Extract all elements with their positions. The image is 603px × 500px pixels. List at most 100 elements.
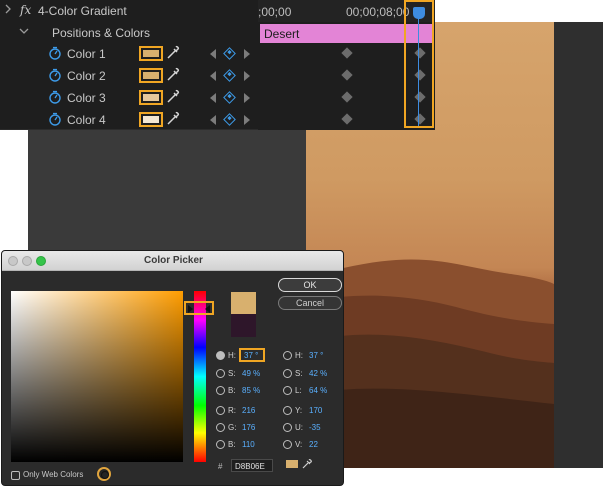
hue-slider-strip[interactable]: [194, 291, 206, 462]
saturation-radio[interactable]: [216, 369, 225, 378]
color-swatch: [143, 72, 159, 79]
original-color-swatch[interactable]: [231, 314, 256, 337]
hue-radio[interactable]: [216, 351, 225, 360]
group-label: Positions & Colors: [52, 26, 151, 40]
previous-keyframe-button[interactable]: [210, 115, 216, 125]
hex-input[interactable]: D8B06E: [231, 459, 273, 472]
hsl-hue-label: H:: [295, 351, 303, 360]
next-keyframe-button[interactable]: [244, 49, 250, 59]
blue-radio[interactable]: [216, 440, 225, 449]
blue-label: B:: [228, 440, 236, 449]
y-field[interactable]: Y: 170: [283, 404, 333, 418]
add-keyframe-button[interactable]: [223, 69, 236, 82]
y-radio[interactable]: [283, 406, 292, 415]
color-picker-dialog: Color Picker OK Cancel H: 37 ° S: 49 % B…: [1, 250, 344, 486]
eyedropper-icon[interactable]: [165, 89, 181, 105]
color-row: Color 3: [0, 87, 258, 109]
only-web-colors-checkbox[interactable]: [11, 471, 20, 480]
keyframe-diamond[interactable]: [341, 91, 353, 103]
group-row: Positions & Colors: [0, 22, 258, 44]
green-value[interactable]: 176: [242, 423, 272, 432]
u-value[interactable]: -35: [309, 423, 339, 432]
collapse-chevron-icon[interactable]: [4, 2, 16, 16]
fx-icon[interactable]: fx: [20, 3, 31, 17]
brightness-label: B:: [228, 386, 236, 395]
color-row: Color 4: [0, 109, 258, 131]
color-swatch-button[interactable]: [139, 90, 163, 105]
next-keyframe-button[interactable]: [244, 71, 250, 81]
blue-value[interactable]: 110: [242, 440, 272, 449]
hsl-hue-field[interactable]: H: 37 °: [283, 349, 333, 363]
stopwatch-icon[interactable]: [48, 112, 62, 126]
hsl-saturation-radio[interactable]: [283, 369, 292, 378]
green-label: G:: [228, 423, 237, 432]
u-field[interactable]: U: -35: [283, 421, 333, 435]
keyframe-diamond[interactable]: [341, 47, 353, 59]
color-swatch: [143, 94, 159, 101]
eyedropper-icon[interactable]: [165, 111, 181, 127]
add-keyframe-button[interactable]: [223, 47, 236, 60]
v-label: V:: [295, 440, 303, 449]
hsl-hue-value[interactable]: 37 °: [309, 351, 339, 360]
blue-field[interactable]: B: 110: [216, 438, 266, 452]
eyedropper-icon[interactable]: [165, 45, 181, 61]
y-value[interactable]: 170: [309, 406, 339, 415]
color-label: Color 2: [67, 69, 106, 83]
color-selector-handle[interactable]: [97, 467, 111, 481]
effect-controls-panel: fx 4-Color Gradient Positions & Colors C…: [0, 0, 258, 130]
hsl-lightness-field[interactable]: L: 64 %: [283, 384, 333, 398]
hue-slider-handle[interactable]: [184, 301, 214, 315]
keyframe-diamond[interactable]: [341, 69, 353, 81]
color-row: Color 2: [0, 65, 258, 87]
red-value[interactable]: 216: [242, 406, 272, 415]
v-radio[interactable]: [283, 440, 292, 449]
keyframe-diamond[interactable]: [341, 113, 353, 125]
hsl-saturation-field[interactable]: S: 42 %: [283, 367, 333, 381]
brightness-value[interactable]: 85 %: [242, 386, 272, 395]
u-radio[interactable]: [283, 423, 292, 432]
previous-keyframe-button[interactable]: [210, 49, 216, 59]
ok-button[interactable]: OK: [278, 278, 342, 292]
stopwatch-icon[interactable]: [48, 90, 62, 104]
add-keyframe-button[interactable]: [223, 113, 236, 126]
green-field[interactable]: G: 176: [216, 421, 266, 435]
add-keyframe-button[interactable]: [223, 91, 236, 104]
color-swatch-button[interactable]: [139, 46, 163, 61]
color-label: Color 4: [67, 113, 106, 127]
hue-value-highlight: [239, 348, 265, 362]
hsl-lightness-value[interactable]: 64 %: [309, 386, 339, 395]
cancel-button[interactable]: Cancel: [278, 296, 342, 310]
only-web-colors-label: Only Web Colors: [23, 470, 84, 479]
group-expand-chevron-icon[interactable]: [18, 26, 30, 38]
saturation-brightness-field[interactable]: [11, 291, 183, 481]
saturation-value[interactable]: 49 %: [242, 369, 272, 378]
hsl-saturation-value[interactable]: 42 %: [309, 369, 339, 378]
clip-name: Desert: [264, 27, 300, 41]
green-radio[interactable]: [216, 423, 225, 432]
dialog-titlebar[interactable]: Color Picker: [2, 251, 343, 271]
stopwatch-icon[interactable]: [48, 68, 62, 82]
next-keyframe-button[interactable]: [244, 115, 250, 125]
color-swatch-button[interactable]: [139, 112, 163, 127]
red-field[interactable]: R: 216: [216, 404, 266, 418]
stopwatch-icon[interactable]: [48, 46, 62, 60]
color-swatch-button[interactable]: [139, 68, 163, 83]
monitor-side-panel: [554, 22, 603, 468]
brightness-field[interactable]: B: 85 %: [216, 384, 266, 398]
red-radio[interactable]: [216, 406, 225, 415]
y-label: Y:: [295, 406, 303, 415]
brightness-radio[interactable]: [216, 386, 225, 395]
eyedropper-icon[interactable]: [165, 67, 181, 83]
saturation-field[interactable]: S: 49 %: [216, 367, 266, 381]
slider-arrow-right-icon: [188, 305, 193, 313]
hsl-hue-radio[interactable]: [283, 351, 292, 360]
next-keyframe-button[interactable]: [244, 93, 250, 103]
previous-keyframe-button[interactable]: [210, 93, 216, 103]
eyedropper-icon[interactable]: [301, 457, 313, 469]
hsl-lightness-radio[interactable]: [283, 386, 292, 395]
previous-keyframe-button[interactable]: [210, 71, 216, 81]
hsl-lightness-label: L:: [295, 386, 302, 395]
v-value[interactable]: 22: [309, 440, 339, 449]
v-field[interactable]: V: 22: [283, 438, 333, 452]
color-label: Color 3: [67, 91, 106, 105]
